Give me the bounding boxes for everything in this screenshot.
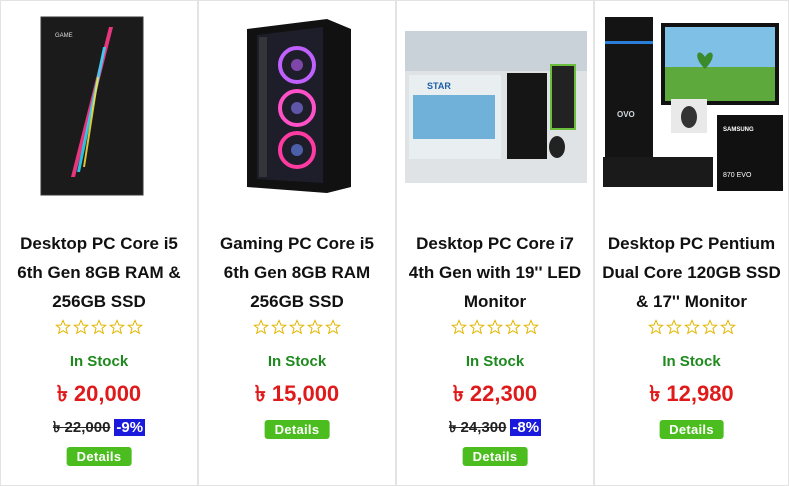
old-price: ৳ 22,000: [52, 419, 111, 436]
brand-text: OVO: [617, 110, 635, 119]
star-outline-icon: [647, 319, 664, 335]
stock-status: In Stock: [69, 353, 129, 370]
old-price-row: ৳ 24,300 -8%: [397, 416, 593, 441]
product-card[interactable]: GAME Desktop PC Core i5 6th Gen 8GB RAM …: [0, 0, 198, 486]
star-outline-icon: [487, 319, 503, 335]
product-image[interactable]: OVO SAMSUNG 870 EVO: [595, 7, 788, 199]
star-outline-icon: [307, 319, 323, 335]
brand-text: STAR: [427, 81, 451, 91]
details-button[interactable]: Details: [66, 447, 132, 466]
details-button[interactable]: Details: [264, 420, 330, 439]
product-card[interactable]: Gaming PC Core i5 6th Gen 8GB RAM 256GB …: [198, 0, 396, 486]
details-button[interactable]: Details: [659, 420, 724, 439]
star-outline-icon: [683, 319, 700, 335]
product-price: ৳ 15,000: [254, 381, 340, 406]
product-image[interactable]: STAR: [397, 7, 593, 199]
product-price: ৳ 12,980: [649, 381, 734, 406]
ssd-brand-text: SAMSUNG: [723, 127, 754, 133]
rating-stars: [199, 319, 395, 340]
product-grid: GAME Desktop PC Core i5 6th Gen 8GB RAM …: [0, 0, 789, 486]
star-outline-icon: [109, 319, 125, 335]
discount-badge: -8%: [510, 419, 542, 436]
case-label-text: GAME: [55, 33, 73, 39]
star-outline-icon: [55, 319, 71, 335]
product-card[interactable]: OVO SAMSUNG 870 EVO Desktop PC Pentium D…: [594, 0, 789, 486]
star-outline-icon: [91, 319, 107, 335]
product-title[interactable]: Desktop PC Core i5 6th Gen 8GB RAM & 256…: [1, 229, 197, 316]
star-outline-icon: [325, 319, 341, 335]
old-price-row: ৳ 22,000 -9%: [1, 416, 197, 441]
product-image[interactable]: [199, 7, 395, 199]
product-image[interactable]: GAME: [1, 7, 197, 199]
stock-status: In Stock: [662, 353, 721, 370]
star-outline-icon: [469, 319, 485, 335]
star-outline-icon: [451, 319, 467, 335]
rating-stars: [595, 319, 788, 340]
star-outline-icon: [73, 319, 89, 335]
ssd-model-text: 870 EVO: [723, 172, 752, 179]
product-price: ৳ 20,000: [56, 381, 142, 406]
star-outline-icon: [505, 319, 521, 335]
star-outline-icon: [289, 319, 305, 335]
star-outline-icon: [253, 319, 269, 335]
product-title[interactable]: Desktop PC Pentium Dual Core 120GB SSD &…: [595, 229, 788, 316]
star-outline-icon: [523, 319, 539, 335]
star-outline-icon: [271, 319, 287, 335]
stock-status: In Stock: [267, 353, 327, 370]
product-title[interactable]: Desktop PC Core i7 4th Gen with 19'' LED…: [397, 229, 593, 316]
star-outline-icon: [665, 319, 682, 335]
discount-badge: -9%: [114, 419, 146, 436]
star-outline-icon: [127, 319, 143, 335]
rating-stars: [397, 319, 593, 340]
old-price: ৳ 24,300: [448, 419, 507, 436]
product-price: ৳ 22,300: [452, 381, 538, 406]
rating-stars: [1, 319, 197, 340]
star-outline-icon: [719, 319, 736, 335]
product-card[interactable]: STAR Desktop PC Core i7 4th Gen with 19'…: [396, 0, 594, 486]
star-outline-icon: [701, 319, 718, 335]
product-title[interactable]: Gaming PC Core i5 6th Gen 8GB RAM 256GB …: [199, 229, 395, 316]
details-button[interactable]: Details: [462, 447, 528, 466]
stock-status: In Stock: [465, 353, 525, 370]
